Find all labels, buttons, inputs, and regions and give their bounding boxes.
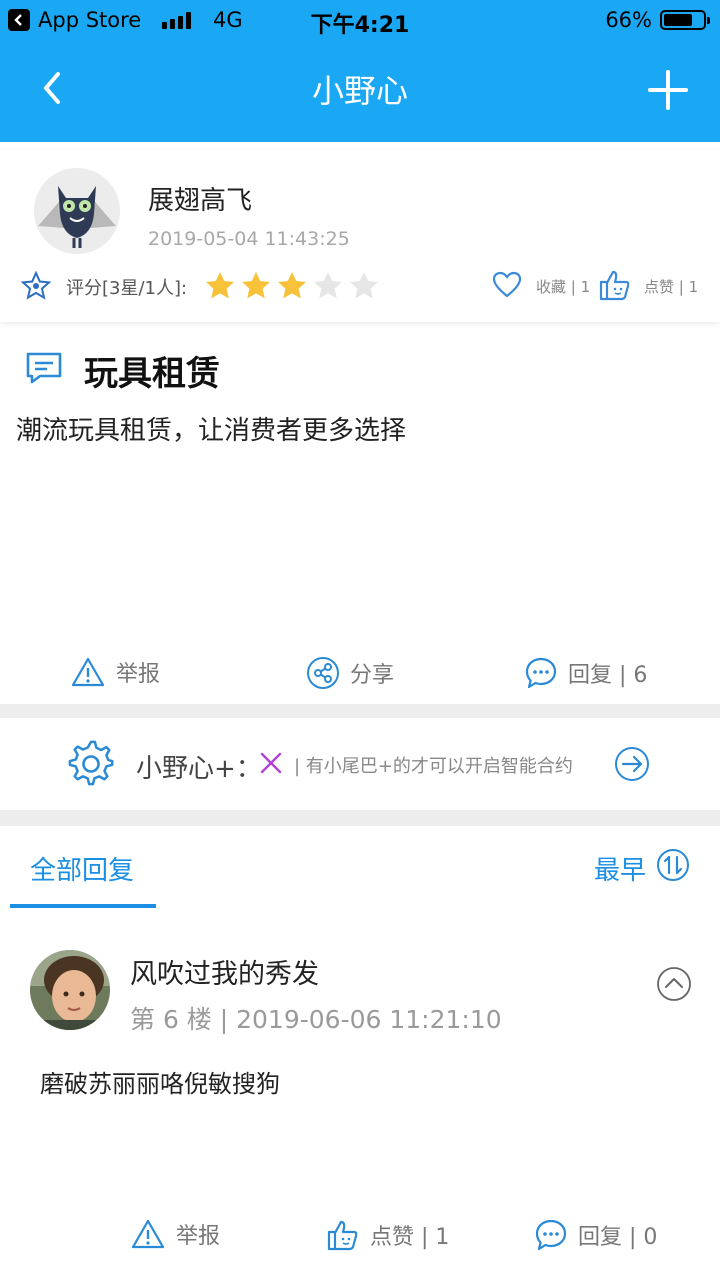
topic-title: 玩具租赁 (84, 354, 220, 394)
gear-icon (68, 740, 116, 788)
reply-tabs: 全部回复 最早 (0, 826, 720, 910)
header: App Store 4G 下午4:21 66% 小野心 (0, 0, 720, 142)
contract-hint: | 有小尾巴+的才可以开启智能合约 (294, 756, 573, 777)
thumbs-up-icon (327, 1220, 358, 1251)
topic-body: 潮流玩具租赁，让消费者更多选择 (16, 416, 407, 446)
reply-report-label: 举报 (176, 1224, 221, 1249)
status-bar: App Store 4G 下午4:21 66% (0, 0, 720, 40)
reply-count-label: 回复 | 6 (568, 663, 648, 688)
arrow-right-circle-icon[interactable] (614, 746, 650, 782)
favorite-count[interactable]: 收藏 | 1 (536, 276, 590, 297)
reply-reply-button[interactable]: 回复 | 0 (534, 1218, 657, 1252)
heart-icon[interactable] (492, 270, 522, 300)
reply-reply-label: 回复 | 0 (578, 1225, 658, 1250)
reply-body: 磨破苏丽丽咯倪敏搜狗 (40, 1070, 280, 1098)
battery-percentage: 66% (605, 8, 652, 32)
tab-all-replies[interactable]: 全部回复 (30, 850, 134, 887)
share-icon (307, 657, 339, 689)
report-label: 举报 (116, 662, 161, 687)
rating-label: 评分[3星/1人]: (66, 278, 188, 299)
warning-icon (71, 657, 105, 687)
star-empty-icon (312, 270, 344, 302)
star-empty-icon (348, 270, 380, 302)
chat-bubble-icon (24, 350, 64, 386)
page-title: 小野心 (311, 72, 408, 110)
reply-button[interactable]: 回复 | 6 (524, 656, 647, 690)
comment-icon (525, 657, 557, 689)
report-button[interactable]: 举报 (70, 656, 160, 688)
reply-meta: 第 6 楼 | 2019-06-06 11:21:10 (130, 1005, 502, 1034)
comment-icon (535, 1219, 567, 1251)
battery-icon (660, 10, 710, 30)
reply-actions: 举报 点赞 | 1 回复 | 0 (0, 1212, 720, 1262)
add-button[interactable] (648, 70, 688, 110)
star-filled-icon (276, 270, 308, 302)
rating-stars (204, 270, 380, 302)
author-name[interactable]: 展翅高飞 (148, 180, 252, 217)
sort-icon[interactable] (656, 848, 690, 882)
chevron-up-icon[interactable] (656, 966, 692, 1002)
reply-like-label: 点赞 | 1 (370, 1225, 450, 1250)
rating-star-icon (20, 270, 52, 302)
post-card: 展翅高飞 2019-05-04 11:43:25 评分[3星/1人]: 收藏 |… (0, 150, 720, 322)
tab-active-indicator (10, 904, 156, 908)
share-button[interactable]: 分享 (306, 656, 394, 690)
post-actions: 举报 分享 回复 | 6 (0, 650, 720, 700)
thumbs-up-icon[interactable] (598, 268, 632, 302)
reply-like-button[interactable]: 点赞 | 1 (326, 1218, 449, 1252)
close-icon (258, 750, 284, 776)
star-filled-icon (204, 270, 236, 302)
warning-icon (131, 1219, 165, 1249)
smart-contract-row[interactable]: 小野心+： | 有小尾巴+的才可以开启智能合约 (0, 718, 720, 810)
divider (0, 704, 720, 718)
like-count[interactable]: 点赞 | 1 (644, 276, 698, 297)
share-label: 分享 (350, 663, 395, 688)
post-timestamp: 2019-05-04 11:43:25 (148, 228, 350, 250)
rating-row: 评分[3星/1人]: 收藏 | 1 点赞 | 1 (20, 268, 700, 308)
reply-author-avatar[interactable] (30, 950, 110, 1030)
author-avatar[interactable] (34, 168, 120, 254)
reply-report-button[interactable]: 举报 (130, 1218, 220, 1250)
divider (0, 810, 720, 826)
contract-label: 小野心+： (136, 754, 262, 784)
sort-earliest-button[interactable]: 最早 (594, 850, 646, 887)
reply-author-name[interactable]: 风吹过我的秀发 (130, 952, 319, 991)
star-filled-icon (240, 270, 272, 302)
